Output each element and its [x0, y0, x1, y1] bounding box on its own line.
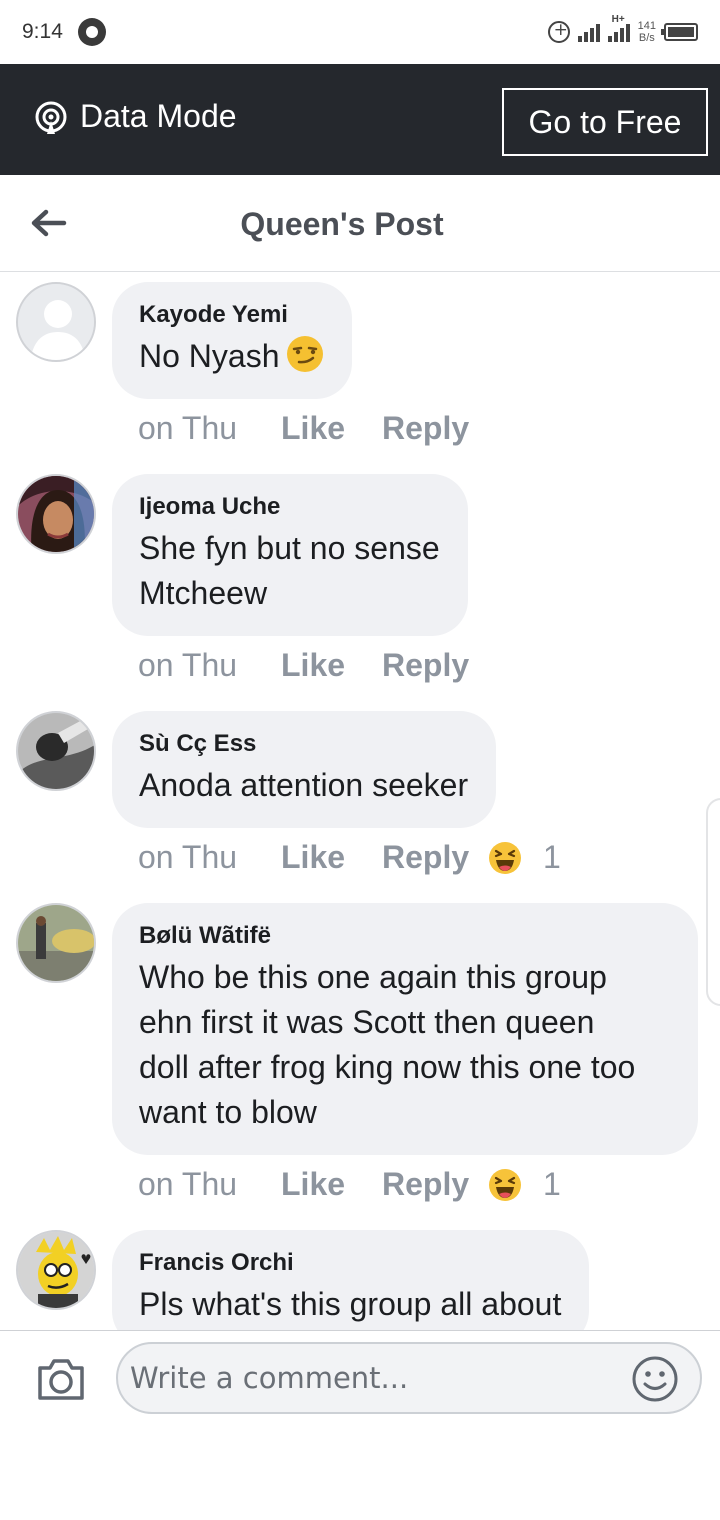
network-type: H+: [611, 14, 625, 25]
reply-button[interactable]: Reply: [382, 839, 469, 876]
comment-author[interactable]: Ijeoma Uche: [139, 492, 440, 522]
profile-photo: [18, 905, 94, 981]
comment-text-line: want to blow: [139, 1094, 317, 1130]
comment-text: No Nyash: [139, 334, 324, 379]
comment-text-line: doll after frog king now this one too: [139, 1049, 636, 1085]
comment-author[interactable]: Francis Orchi: [139, 1248, 561, 1278]
comment-text-line: No Nyash: [139, 338, 280, 374]
avatar[interactable]: [16, 903, 96, 983]
comment-bubble[interactable]: Bølü Wãtifë Who be this one again this g…: [112, 903, 698, 1155]
comment-text: Pls what's this group all about: [139, 1286, 562, 1322]
reaction-count: 1: [543, 1166, 561, 1202]
like-button[interactable]: Like: [281, 839, 345, 876]
avatar[interactable]: [16, 711, 96, 791]
comment-bubble[interactable]: Ijeoma Uche She fyn but no sense Mtcheew: [112, 474, 468, 636]
comment-bubble[interactable]: Francis Orchi Pls what's this group all …: [112, 1230, 590, 1330]
comment-text-line: Mtcheew: [139, 575, 268, 611]
smirk-emoji: [286, 336, 323, 372]
signal-icon: [577, 22, 600, 42]
comment-bubble[interactable]: Sù Cç Ess Anoda attention seeker: [112, 711, 497, 828]
side-scroll-handle[interactable]: [706, 798, 720, 1006]
haha-emoji[interactable]: [488, 841, 522, 875]
profile-photo: [18, 1232, 94, 1308]
signal-icon: H+: [607, 14, 630, 42]
profile-photo: [18, 713, 94, 789]
avatar[interactable]: [16, 474, 96, 554]
network-speed: 141 B/s: [638, 20, 656, 44]
smiley-icon[interactable]: [631, 1355, 679, 1403]
comment-text: She fyn but no sense Mtcheew: [139, 526, 440, 616]
network-speed-value: 141: [637, 20, 656, 32]
avatar[interactable]: [16, 282, 96, 362]
reply-button[interactable]: Reply: [382, 1166, 469, 1203]
comment-time: on Thu: [138, 1166, 238, 1202]
comment-text: Anoda attention seeker: [139, 767, 469, 803]
broadcast-icon: [35, 101, 67, 134]
reply-button[interactable]: Reply: [382, 647, 469, 684]
comment-time: on Thu: [138, 410, 238, 446]
comment-time: on Thu: [138, 647, 238, 683]
reply-button[interactable]: Reply: [382, 410, 469, 447]
reaction-count: 1: [543, 839, 561, 875]
comment-text: Who be this one again this group ehn fir…: [139, 955, 670, 1135]
like-button[interactable]: Like: [281, 647, 345, 684]
haha-emoji[interactable]: [488, 1168, 522, 1202]
comments-list[interactable]: Kayode Yemi No Nyash on Thu Like Reply I…: [0, 272, 720, 1330]
page-title: Queen's Post: [240, 206, 444, 242]
like-button[interactable]: Like: [281, 1166, 345, 1203]
comment-text-line: Who be this one again this group: [139, 959, 607, 995]
comment-time: on Thu: [138, 839, 238, 875]
data-saver-icon: [547, 20, 570, 43]
comment-bubble[interactable]: Kayode Yemi No Nyash: [112, 282, 352, 399]
profile-photo: [18, 476, 94, 552]
comment-text-line: She fyn but no sense: [139, 530, 440, 566]
comment-author[interactable]: Kayode Yemi: [139, 300, 324, 330]
data-mode-label: Data Mode: [80, 98, 237, 134]
go-to-free-button[interactable]: Go to Free: [502, 88, 708, 156]
status-bar: 9:14 H+ 141 B/s: [0, 0, 720, 64]
battery-icon: [661, 23, 698, 41]
network-speed-unit: B/s: [638, 32, 655, 44]
comment-input[interactable]: [116, 1342, 702, 1414]
status-indicators: H+ 141 B/s: [547, 14, 698, 48]
comment-author[interactable]: Sù Cç Ess: [139, 729, 468, 759]
avatar[interactable]: [16, 1230, 96, 1310]
comment-author[interactable]: Bølü Wãtifë: [139, 921, 670, 951]
comment-text-line: ehn first it was Scott then queen: [139, 1004, 595, 1040]
default-avatar-icon: [18, 284, 94, 360]
status-time: 9:14: [22, 20, 63, 43]
like-button[interactable]: Like: [281, 410, 345, 447]
camera-icon[interactable]: [36, 1356, 86, 1402]
whatsapp-icon: [78, 18, 106, 46]
